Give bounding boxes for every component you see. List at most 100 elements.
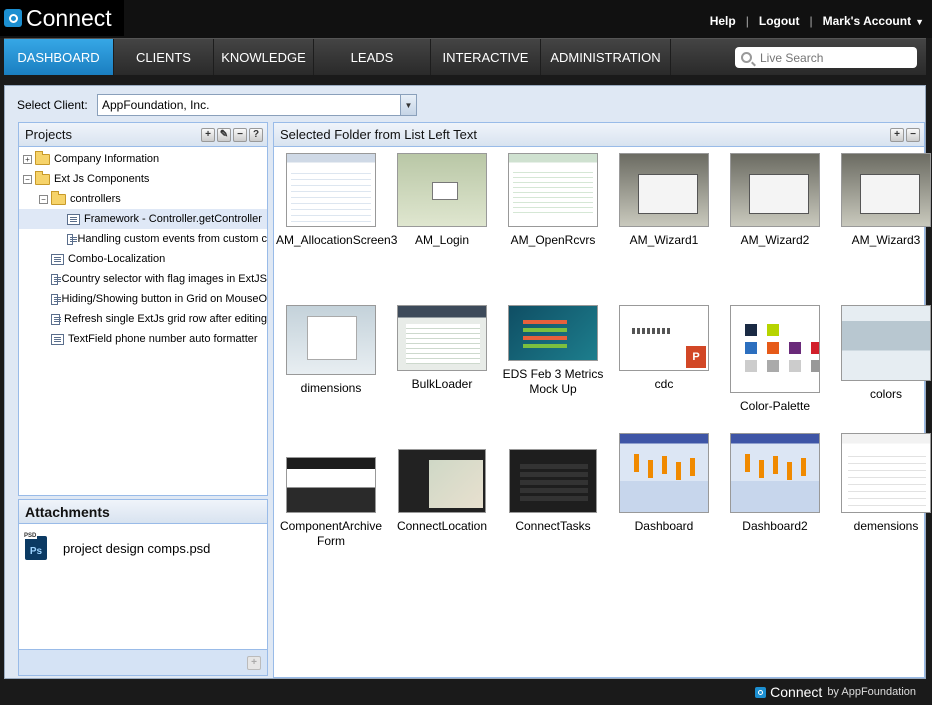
- tab-leads[interactable]: LEADS: [314, 39, 431, 75]
- chevron-down-icon[interactable]: ▼: [400, 95, 416, 115]
- thumbnail-caption: AM_OpenRcvrs: [510, 233, 596, 247]
- attachment-file-name: project design comps.psd: [63, 540, 211, 556]
- top-bar: Connect Help | Logout | Mark's Account ▼: [0, 0, 932, 38]
- gallery-item[interactable]: colors: [831, 305, 932, 402]
- top-links: Help | Logout | Mark's Account ▼: [700, 14, 924, 28]
- search-input[interactable]: [760, 50, 910, 65]
- thumbnail-caption: ComponentArchive Form: [279, 519, 383, 548]
- add-attachment-icon[interactable]: +: [247, 656, 261, 670]
- client-select-value: AppFoundation, Inc.: [102, 98, 210, 112]
- footer-by-text: by AppFoundation: [827, 686, 916, 698]
- gallery-item[interactable]: P cdc: [609, 305, 719, 392]
- gallery-item[interactable]: AM_Wizard1: [609, 153, 719, 248]
- folder-icon: [35, 150, 50, 165]
- help-icon[interactable]: ?: [249, 128, 263, 142]
- thumbnail-image: [286, 153, 376, 227]
- gallery-item[interactable]: dimensions: [276, 305, 386, 396]
- thumbnail-caption: AM_Wizard3: [851, 233, 921, 247]
- attachment-file[interactable]: Ps project design comps.psd: [23, 533, 211, 560]
- collapse-icon[interactable]: −: [39, 194, 48, 204]
- document-icon: [51, 313, 62, 325]
- thumbnail-image: [508, 153, 598, 227]
- add-icon[interactable]: +: [890, 128, 904, 142]
- gallery-item[interactable]: ComponentArchive Form: [276, 457, 386, 549]
- tab-clients[interactable]: CLIENTS: [114, 39, 214, 75]
- add-icon[interactable]: +: [201, 128, 215, 142]
- account-label: Mark's Account: [822, 14, 912, 28]
- projects-header: Projects + ✎ − ?: [19, 123, 267, 147]
- tree-leaf[interactable]: Country selector with flag images in Ext…: [19, 269, 267, 289]
- open-folder-icon: [51, 190, 66, 205]
- thumbnail-caption: AM_Login: [414, 233, 470, 247]
- document-icon: [67, 233, 78, 245]
- live-search[interactable]: [735, 47, 917, 68]
- tree-leaf[interactable]: Handling custom events from custom c: [19, 229, 267, 249]
- tree-leaf[interactable]: TextField phone number auto formatter: [19, 329, 267, 349]
- collapse-icon[interactable]: −: [23, 174, 32, 184]
- projects-panel: Projects + ✎ − ? + Company Information −: [18, 122, 268, 496]
- gallery-item[interactable]: demensions: [831, 433, 932, 534]
- gallery-item[interactable]: AM_AllocationScreen3: [276, 153, 398, 248]
- expand-icon[interactable]: +: [23, 154, 32, 164]
- connect-logo-icon: [4, 9, 22, 27]
- gallery-item[interactable]: ConnectLocation: [387, 449, 497, 534]
- tree-node[interactable]: + Company Information: [19, 149, 267, 169]
- connect-logo-icon: [755, 686, 767, 698]
- tab-administration[interactable]: ADMINISTRATION: [541, 39, 671, 75]
- gallery-item[interactable]: AM_OpenRcvrs: [498, 153, 608, 248]
- tree-leaf-label: Refresh single ExtJs grid row after edit…: [64, 313, 267, 325]
- tree-leaf-label: Combo-Localization: [68, 253, 166, 265]
- tree-node-label: controllers: [70, 193, 121, 205]
- thumbnail-image: [730, 305, 820, 393]
- thumbnail-image: [398, 449, 486, 513]
- tree-leaf-label: Framework - Controller.getController: [84, 213, 262, 225]
- minus-icon[interactable]: −: [906, 128, 920, 142]
- client-select[interactable]: AppFoundation, Inc. ▼: [97, 94, 417, 116]
- tree-leaf[interactable]: Framework - Controller.getController: [19, 209, 267, 229]
- caret-down-icon: ▼: [915, 17, 924, 27]
- thumbnail-caption: ConnectTasks: [515, 519, 591, 533]
- thumbnail-image: [397, 153, 487, 227]
- gallery-item[interactable]: Dashboard2: [720, 433, 830, 534]
- app-brand: Connect: [26, 4, 112, 31]
- gallery-item[interactable]: Color-Palette: [720, 305, 830, 414]
- tree-leaf[interactable]: Hiding/Showing button in Grid on MouseO: [19, 289, 267, 309]
- gallery-item[interactable]: Dashboard: [609, 433, 719, 534]
- tree-node[interactable]: − controllers: [19, 189, 267, 209]
- thumbnail-image: [508, 305, 598, 361]
- minus-icon[interactable]: −: [233, 128, 247, 142]
- gallery-item[interactable]: EDS Feb 3 Metrics Mock Up: [498, 305, 608, 397]
- thumbnail-caption: AM_AllocationScreen3: [276, 233, 398, 247]
- select-client-label: Select Client:: [17, 98, 88, 112]
- tab-dashboard[interactable]: DASHBOARD: [4, 39, 114, 75]
- search-icon: [741, 52, 752, 63]
- app-logo[interactable]: Connect: [0, 0, 124, 36]
- tab-knowledge[interactable]: KNOWLEDGE: [214, 39, 314, 75]
- gallery-item[interactable]: ConnectTasks: [498, 449, 608, 534]
- help-link[interactable]: Help: [700, 14, 746, 28]
- tab-interactive[interactable]: INTERACTIVE: [431, 39, 541, 75]
- attachments-panel: Attachments Ps project design comps.psd …: [18, 499, 268, 676]
- tree-leaf-label: Handling custom events from custom c: [77, 233, 267, 245]
- thumbnail-image: [619, 433, 709, 513]
- account-menu[interactable]: Mark's Account ▼: [813, 14, 924, 28]
- thumbnail-caption: EDS Feb 3 Metrics Mock Up: [502, 367, 604, 396]
- document-icon: [51, 253, 64, 265]
- thumbnail-caption: colors: [869, 387, 902, 401]
- tree-leaf[interactable]: Combo-Localization: [19, 249, 267, 269]
- gallery-item[interactable]: AM_Wizard2: [720, 153, 830, 248]
- gallery-item[interactable]: BulkLoader: [387, 305, 497, 392]
- gallery-panel: Selected Folder from List Left Text + − …: [273, 122, 931, 678]
- main-panel: Select Client: AppFoundation, Inc. ▼ Pro…: [4, 85, 931, 679]
- open-folder-icon: [35, 170, 50, 185]
- gallery-item[interactable]: AM_Wizard3: [831, 153, 932, 248]
- gallery-item[interactable]: AM_Login: [387, 153, 497, 248]
- logout-link[interactable]: Logout: [749, 14, 810, 28]
- wrench-icon[interactable]: ✎: [217, 128, 231, 142]
- thumbnail-caption: AM_Wizard1: [629, 233, 699, 247]
- tree-leaf[interactable]: Refresh single ExtJs grid row after edit…: [19, 309, 267, 329]
- tree-node-label: Ext Js Components: [54, 173, 150, 185]
- tree-node[interactable]: − Ext Js Components: [19, 169, 267, 189]
- thumbnail-caption: BulkLoader: [411, 377, 473, 391]
- thumbnail-caption: dimensions: [300, 381, 362, 395]
